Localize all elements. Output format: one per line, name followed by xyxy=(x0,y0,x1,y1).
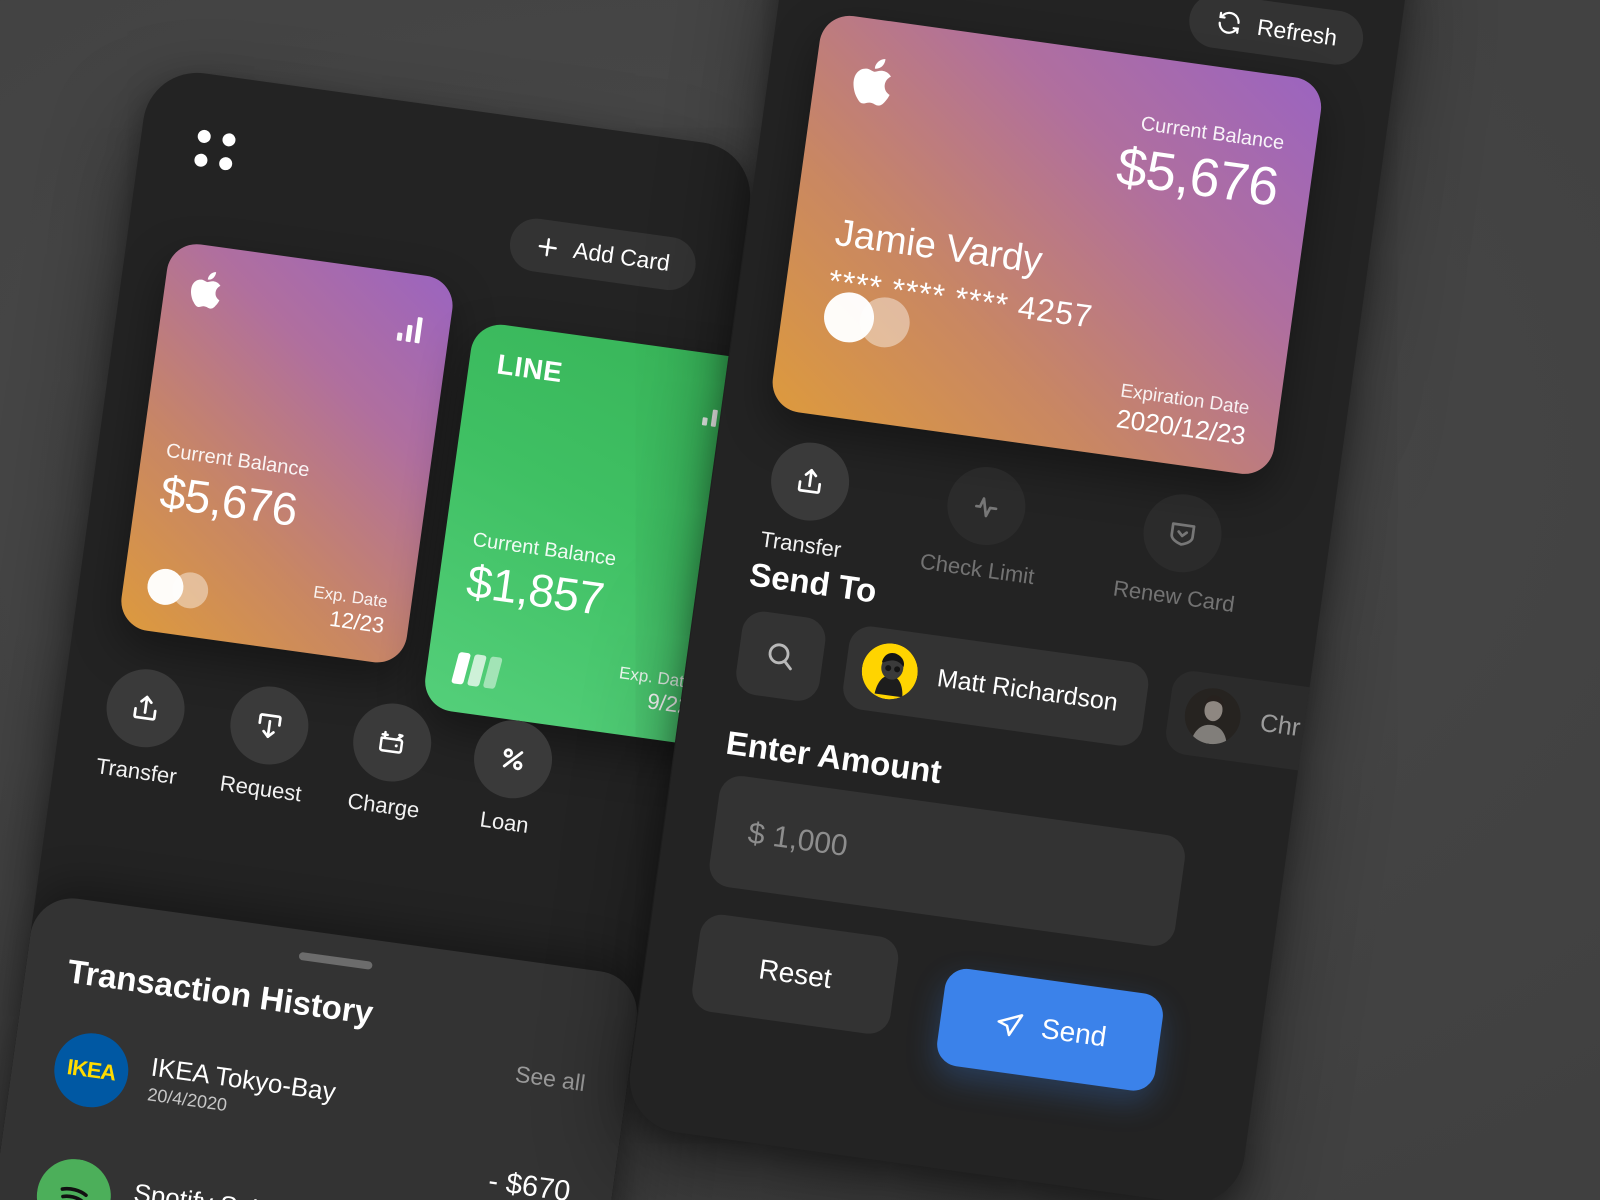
reset-button[interactable]: Reset xyxy=(689,911,902,1037)
upload-icon xyxy=(765,437,854,526)
mastercard-icon xyxy=(820,289,913,351)
contact-name: Chr xyxy=(1258,708,1303,742)
shield-v-icon xyxy=(1138,489,1227,578)
action-label: Charge xyxy=(346,788,421,823)
avatar xyxy=(858,640,921,703)
signal-bars-icon xyxy=(396,315,423,344)
pulse-icon xyxy=(941,461,1030,550)
reset-label: Reset xyxy=(756,953,834,995)
send-button[interactable]: Send xyxy=(934,966,1166,1094)
action-label: Check Limit xyxy=(918,548,1036,590)
plus-icon xyxy=(538,237,557,256)
paper-plane-icon xyxy=(997,1014,1024,1037)
upload-icon xyxy=(101,664,190,753)
apple-logo-icon xyxy=(853,59,891,106)
action-renew-card[interactable]: Renew Card xyxy=(1112,486,1249,618)
grid-dots-icon xyxy=(193,129,238,171)
mastercard-icon xyxy=(145,566,211,611)
send-label: Send xyxy=(1039,1012,1109,1053)
wallet-plus-icon xyxy=(348,698,437,787)
contact-chip[interactable]: Matt Richardson xyxy=(840,623,1152,749)
action-transfer[interactable]: Transfer xyxy=(94,664,190,790)
refresh-icon xyxy=(1219,11,1241,34)
ikea-wordmark: IKEA xyxy=(65,1054,118,1086)
card-primary[interactable]: Current Balance $5,676 Jamie Vardy **** … xyxy=(768,12,1325,478)
line-wordmark: LINE xyxy=(495,348,565,389)
refresh-label: Refresh xyxy=(1255,13,1339,51)
action-label: Transfer xyxy=(94,753,179,790)
action-label: Loan xyxy=(478,806,531,838)
card-apple[interactable]: Current Balance $5,676 Exp. Date 12/23 xyxy=(117,240,457,667)
ikea-logo-icon: IKEA xyxy=(49,1028,134,1113)
line-bars-icon xyxy=(450,651,503,690)
action-charge[interactable]: Charge xyxy=(343,698,437,825)
avatar xyxy=(1181,685,1244,748)
spotify-logo-icon xyxy=(32,1154,116,1200)
action-label: Request xyxy=(218,770,304,807)
search-button[interactable] xyxy=(733,608,829,704)
action-request[interactable]: Request xyxy=(218,681,315,807)
action-loan[interactable]: Loan xyxy=(464,715,558,841)
action-transfer[interactable]: Transfer xyxy=(759,437,855,563)
add-card-label: Add Card xyxy=(571,236,672,276)
contact-name: Matt Richardson xyxy=(935,663,1120,717)
add-card-button[interactable]: Add Card xyxy=(506,215,700,294)
transaction-merchant: Spotify Subscription xyxy=(132,1177,364,1200)
download-icon xyxy=(225,681,314,770)
amount-placeholder: $ 1,000 xyxy=(745,816,850,864)
apple-logo-icon xyxy=(191,272,221,309)
canvas: Add Card Current Balance $5,676 Exp. Dat… xyxy=(0,0,1600,1200)
menu-button[interactable] xyxy=(193,129,238,171)
sheet-grabber[interactable] xyxy=(298,951,373,970)
contact-chip[interactable]: Chr xyxy=(1163,668,1334,774)
percent-icon xyxy=(469,715,558,804)
action-label: Renew Card xyxy=(1111,575,1237,617)
action-check-limit[interactable]: Check Limit xyxy=(918,459,1048,590)
search-icon xyxy=(768,643,792,671)
transaction-history-panel: Transaction History See all IKEA IKEA To… xyxy=(0,893,643,1200)
refresh-button[interactable]: Refresh xyxy=(1186,0,1367,69)
